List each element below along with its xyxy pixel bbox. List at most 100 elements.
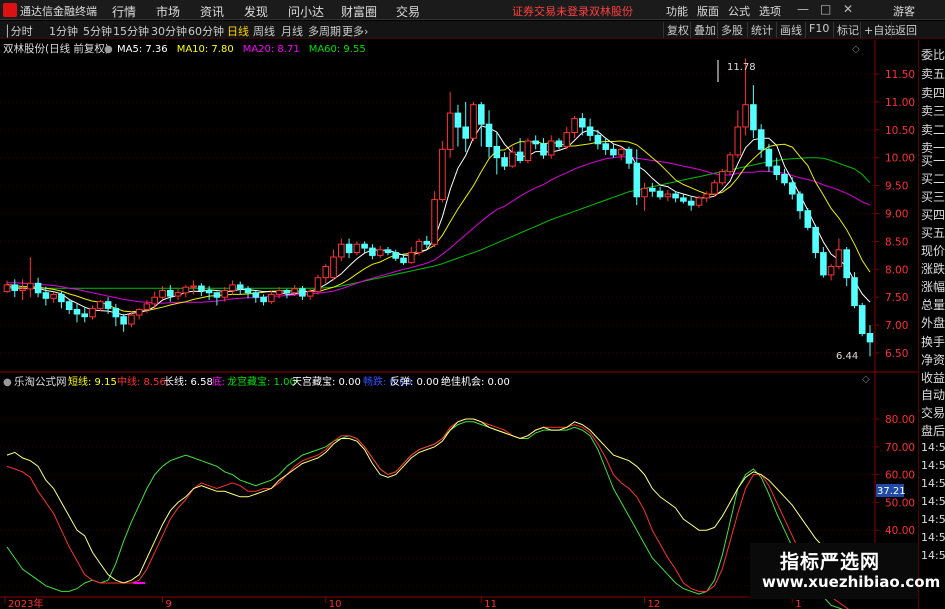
side-panel-item[interactable]: 净资 [921,351,945,368]
candle-body [524,140,532,161]
back-button[interactable]: 返回 [891,22,920,38]
side-panel-item[interactable]: 卖二 [921,121,945,138]
candle-body [750,104,757,131]
indicator-legend-item: 绝佳机会: 0.00 [441,375,510,388]
side-panel-item[interactable]: 买二 [921,170,945,187]
side-panel-item[interactable]: 14:56 [921,459,945,472]
candle-body [835,249,843,268]
candle-body [641,187,648,198]
multi-stock-button[interactable]: 多股 [717,22,746,38]
menu-ask[interactable]: 问小达 [288,3,324,20]
candle-body [711,182,718,195]
formula-button[interactable]: 公式 [728,3,750,19]
layout-button[interactable]: 版面 [697,3,719,19]
candle-body [128,314,135,325]
side-panel-item[interactable]: 涨幅 [921,278,945,295]
candle-body [190,285,197,288]
candle-body [734,126,742,156]
watermark-title: 指标严选网 [780,551,881,573]
maximize-icon[interactable]: □ [820,2,831,16]
f10-button[interactable]: F10 [805,22,832,38]
candle-body [781,173,788,184]
side-panel-item[interactable]: 现价 [921,242,945,259]
side-panel-item[interactable]: 14:56 [921,441,945,454]
period-tab-5[interactable]: 30分钟 [151,23,187,39]
period-tab-weekly[interactable]: 周线 [253,23,275,39]
candle-body [796,193,804,212]
side-panel-item[interactable]: 盘后 [921,422,945,439]
candle-body [812,226,819,253]
side-panel-item[interactable]: 总量 [921,296,945,313]
side-panel-item[interactable]: 涨跌 [921,260,945,277]
period-tab-1[interactable]: │分时 [4,23,33,39]
side-panel-item[interactable]: 买五 [921,224,945,241]
indicator-settings-icon[interactable]: ● [3,377,12,388]
stats-button[interactable]: 统计 [747,22,776,38]
candle-body [851,277,858,307]
period-tab-monthly[interactable]: 月线 [281,23,303,39]
menu-market[interactable]: 市场 [156,3,180,20]
side-panel-item[interactable]: 外盘 [921,314,945,331]
function-button[interactable]: 功能 [666,3,688,19]
candle-body [182,286,190,294]
candle-body [369,247,376,256]
candle-body [34,282,42,294]
candle-body [485,123,493,147]
side-panel-item[interactable]: 卖四 [921,84,945,101]
indicator-legend-item: 短线: 9.15 [68,375,117,388]
side-panel-item[interactable]: 交易 [921,404,945,421]
options-button[interactable]: 选项 [759,3,781,19]
guest-label[interactable]: 游客 [893,3,915,19]
menu-quotes[interactable]: 行情 [112,3,136,20]
side-panel-item[interactable]: 委比 [921,46,945,63]
period-tab-multi[interactable]: 多周期 [308,23,341,39]
side-panel-item[interactable]: 收益 [921,369,945,386]
side-panel-item[interactable]: 买四 [921,206,945,223]
period-tab-3[interactable]: 5分钟 [83,23,112,39]
candle-body [73,309,81,315]
candle-body [392,252,399,259]
indicator-lines [6,418,855,609]
date-label: 12 [648,599,661,609]
app-window: 通达信金融终端 行情 市场 资讯 发现 问小达 财富圈 交易 证券交易未登录 双… [0,0,945,609]
overlay-button[interactable]: 叠加 [690,22,719,38]
side-panel-item[interactable]: 14:56 [921,531,945,544]
kline-chart[interactable]: 11.50 11.00 10.50 10.00 9.50 9.00 8.50 8.00 7.50… [0,40,945,609]
settings-circle-icon[interactable]: ● [104,44,113,55]
side-panel-item[interactable]: 14:56 [921,549,945,562]
side-panel-item[interactable]: 卖三 [921,102,945,119]
candle-body [571,118,578,133]
side-panel-item[interactable]: 14:56 [921,513,945,526]
adjust-button[interactable]: 复权 [663,22,692,38]
period-tab-daily[interactable]: 日线 [227,23,249,39]
side-panel-item[interactable]: 14:56 [921,477,945,490]
menu-news[interactable]: 资讯 [200,3,224,20]
side-panel-item[interactable]: 买三 [921,188,945,205]
minimize-icon[interactable]: — [797,2,809,16]
candle-body [820,252,827,276]
draw-line-button[interactable]: 画线 [776,22,805,38]
side-panel-item[interactable]: 卖五 [921,65,945,82]
candle-body [81,313,89,318]
title-bar: 通达信金融终端 行情 市场 资讯 发现 问小达 财富圈 交易 证券交易未登录 双… [0,0,945,20]
side-panel-item[interactable]: 自动 [921,386,945,403]
side-panel-item[interactable]: 买一 [921,152,945,169]
period-tab-4[interactable]: 15分钟 [113,23,149,39]
menu-trade[interactable]: 交易 [396,3,420,20]
candle-body [151,296,158,305]
mark-button[interactable]: 标记 [833,22,862,38]
indicator-name: 乐淘公式网 [14,375,67,388]
candle-body [19,288,26,291]
more-periods-button[interactable]: 更多› [342,23,368,39]
close-icon[interactable]: ✕ [843,2,853,16]
candle-body [244,288,252,294]
side-panel-item[interactable]: 换手 [921,333,945,350]
menu-wealth[interactable]: 财富圈 [341,3,377,20]
period-tab-6[interactable]: 60分钟 [188,23,224,39]
period-tab-2[interactable]: 1分钟 [49,23,78,39]
candle-body [687,200,695,206]
menu-discover[interactable]: 发现 [244,3,268,20]
ind_mid-line [6,418,849,609]
side-panel-item[interactable]: 14:56 [921,495,945,508]
stock-period-label: 双林股份(日线 前复权) [3,42,109,55]
